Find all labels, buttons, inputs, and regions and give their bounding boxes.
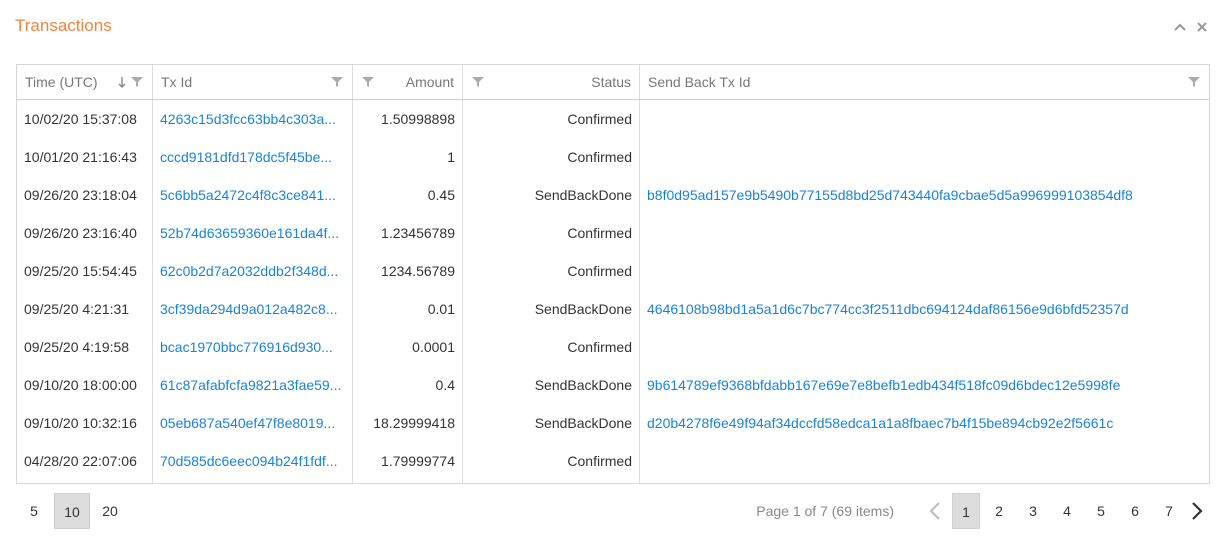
page-info: Page 1 of 7 (69 items) <box>756 503 894 519</box>
cell-amount: 1234.56789 <box>381 263 455 279</box>
cell-time: 09/10/20 10:32:16 <box>24 415 137 431</box>
column-header-amount[interactable]: Amount <box>353 65 463 99</box>
cell-txid-link[interactable]: 62c0b2d7a2032ddb2f348d... <box>153 252 352 290</box>
chevron-up-icon[interactable] <box>1173 17 1187 37</box>
cell-time: 09/10/20 18:00:00 <box>24 377 137 393</box>
column-header-txid[interactable]: Tx Id <box>153 65 353 99</box>
column-header-sendback[interactable]: Send Back Tx Id <box>640 65 1209 99</box>
cell-amount: 0.4 <box>435 377 455 393</box>
column-txid: 4263c15d3fcc63bb4c303a... cccd9181dfd178d… <box>153 100 353 483</box>
column-label-time: Time (UTC) <box>25 74 98 90</box>
filter-icon[interactable] <box>361 75 375 89</box>
panel-header: Transactions <box>0 0 1221 52</box>
cell-txid-link[interactable]: 05eb687a540ef47f8e8019... <box>153 404 352 442</box>
cell-txid-link[interactable]: 3cf39da294d9a012a482c8... <box>153 290 352 328</box>
column-time: 10/02/20 15:37:08 10/01/20 21:16:43 09/26/… <box>17 100 153 483</box>
filter-icon[interactable] <box>1187 75 1201 89</box>
page-button-5[interactable]: 5 <box>1086 493 1116 529</box>
close-icon[interactable] <box>1195 17 1209 37</box>
cell-sendback-link <box>640 252 1209 290</box>
page-size-5[interactable]: 5 <box>16 493 52 529</box>
cell-status: SendBackDone <box>534 301 632 317</box>
page-button-6[interactable]: 6 <box>1120 493 1150 529</box>
column-label-sendback: Send Back Tx Id <box>648 74 751 90</box>
page-button-3[interactable]: 3 <box>1018 493 1048 529</box>
column-sendback: b8f0d95ad157e9b5490b77155d8bd25d743440fa… <box>640 100 1209 483</box>
page-button-7[interactable]: 7 <box>1154 493 1184 529</box>
column-label-status: Status <box>591 74 631 90</box>
cell-txid-link[interactable]: 61c87afabfcfa9821a3fae59... <box>153 366 352 404</box>
cell-amount: 1 <box>447 149 455 165</box>
column-label-txid: Tx Id <box>161 74 193 90</box>
cell-txid-link[interactable]: 4263c15d3fcc63bb4c303a... <box>153 100 352 138</box>
cell-amount: 0.45 <box>427 187 455 203</box>
column-label-amount: Amount <box>405 74 454 90</box>
cell-sendback-link <box>640 214 1209 252</box>
cell-time: 09/25/20 4:21:31 <box>24 301 130 317</box>
cell-status: SendBackDone <box>534 377 632 393</box>
page-size-10[interactable]: 10 <box>54 493 90 529</box>
cell-sendback-link <box>640 100 1209 138</box>
cell-time: 09/26/20 23:18:04 <box>24 187 137 203</box>
cell-sendback-link <box>640 442 1209 480</box>
cell-status: SendBackDone <box>534 415 632 431</box>
sort-desc-icon[interactable] <box>116 75 128 89</box>
cell-status: SendBackDone <box>534 187 632 203</box>
prev-page-icon[interactable] <box>922 493 948 529</box>
page-button-2[interactable]: 2 <box>984 493 1014 529</box>
cell-amount: 1.23456789 <box>381 225 455 241</box>
cell-amount: 1.79999774 <box>381 453 455 469</box>
pager: 5 10 20 Page 1 of 7 (69 items) 1234567 <box>16 490 1210 530</box>
column-header-status[interactable]: Status <box>463 65 640 99</box>
cell-sendback-link[interactable]: d20b4278f6e49f94af34dccfd58edca1a1a8fbae… <box>640 404 1209 442</box>
page-button-1[interactable]: 1 <box>952 493 980 529</box>
cell-txid-link[interactable]: cccd9181dfd178dc5f45be... <box>153 138 352 176</box>
cell-sendback-link[interactable]: 9b614789ef9368bfdabb167e69e7e8befb1edb43… <box>640 366 1209 404</box>
cell-amount: 1.50998898 <box>381 111 455 127</box>
cell-time: 10/02/20 15:37:08 <box>24 111 137 127</box>
page-button-4[interactable]: 4 <box>1052 493 1082 529</box>
filter-icon[interactable] <box>130 75 144 89</box>
cell-status: Confirmed <box>567 339 632 355</box>
panel-title: Transactions <box>15 16 112 35</box>
cell-time: 09/26/20 23:16:40 <box>24 225 137 241</box>
cell-status: Confirmed <box>567 149 632 165</box>
cell-time: 04/28/20 22:07:06 <box>24 453 137 469</box>
grid-body: 10/02/20 15:37:08 10/01/20 21:16:43 09/26/… <box>17 100 1209 483</box>
column-header-time[interactable]: Time (UTC) <box>17 65 153 99</box>
page-size-20[interactable]: 20 <box>92 493 128 529</box>
cell-sendback-link <box>640 138 1209 176</box>
cell-sendback-link[interactable]: 4646108b98bd1a5a1d6c7bc774cc3f2511dbc694… <box>640 290 1209 328</box>
cell-amount: 0.0001 <box>412 339 455 355</box>
filter-icon[interactable] <box>330 75 344 89</box>
cell-time: 09/25/20 4:19:58 <box>24 339 130 355</box>
grid-header: Time (UTC) Tx Id Amount Status Send Back… <box>17 65 1209 100</box>
cell-txid-link[interactable]: 52b74d63659360e161da4f... <box>153 214 352 252</box>
cell-time: 10/01/20 21:16:43 <box>24 149 137 165</box>
cell-status: Confirmed <box>567 453 632 469</box>
cell-status: Confirmed <box>567 263 632 279</box>
next-page-icon[interactable] <box>1184 493 1210 529</box>
column-amount: 1.50998898 1 0.45 1.23456789 1234.56789 0.01 0… <box>353 100 463 483</box>
transactions-grid: Time (UTC) Tx Id Amount Status Send Back… <box>16 64 1210 484</box>
cell-txid-link[interactable]: bcac1970bbc776916d930... <box>153 328 352 366</box>
filter-icon[interactable] <box>471 75 485 89</box>
cell-status: Confirmed <box>567 225 632 241</box>
page-size-selector: 5 10 20 <box>16 493 130 529</box>
cell-txid-link[interactable]: 5c6bb5a2472c4f8c3ce841... <box>153 176 352 214</box>
page-navigation: 1234567 <box>922 493 1210 529</box>
column-status: Confirmed Confirmed SendBackDone Confirmed C… <box>463 100 640 483</box>
cell-sendback-link <box>640 328 1209 366</box>
cell-status: Confirmed <box>567 111 632 127</box>
cell-time: 09/25/20 15:54:45 <box>24 263 137 279</box>
cell-amount: 0.01 <box>427 301 455 317</box>
panel-controls <box>1173 17 1209 37</box>
cell-sendback-link[interactable]: b8f0d95ad157e9b5490b77155d8bd25d743440fa… <box>640 176 1209 214</box>
cell-amount: 18.29999418 <box>373 415 455 431</box>
cell-txid-link[interactable]: 70d585dc6eec094b24f1fdf... <box>153 442 352 480</box>
